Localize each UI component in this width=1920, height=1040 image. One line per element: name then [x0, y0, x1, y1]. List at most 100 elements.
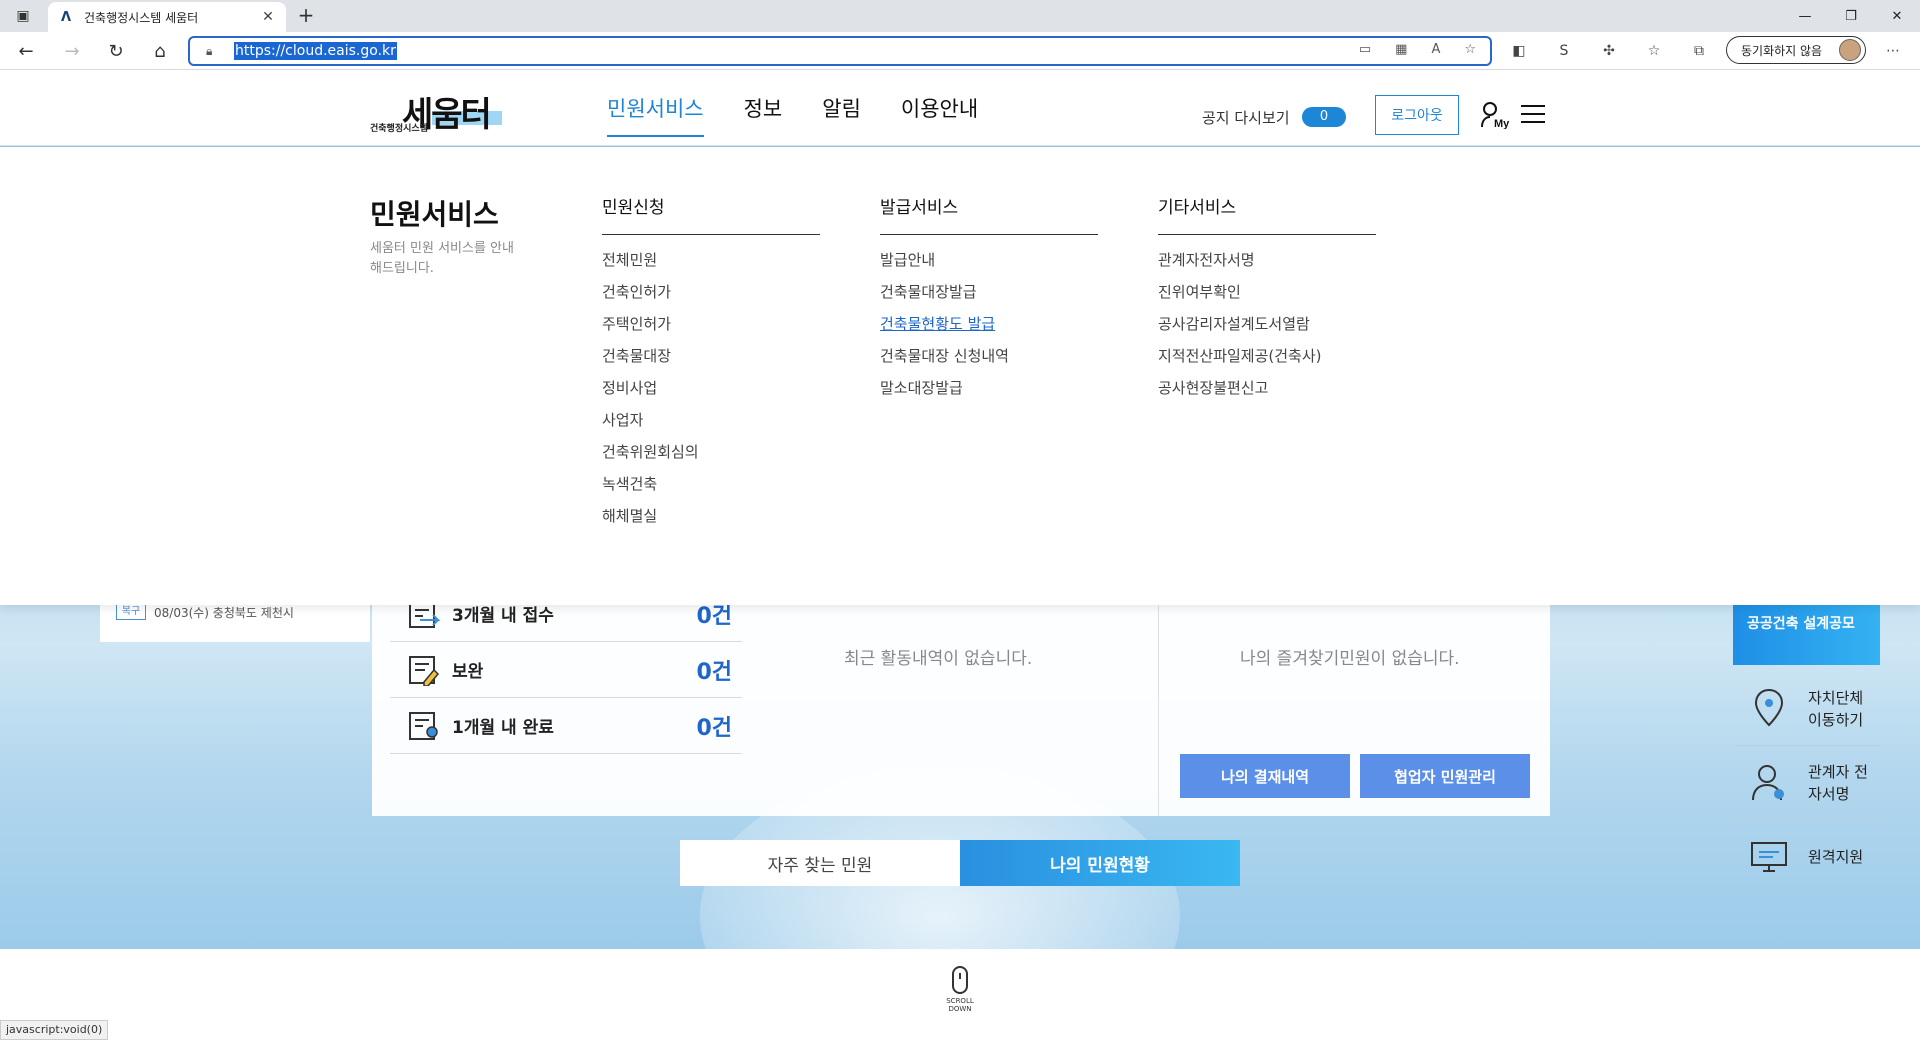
restore-button[interactable]: ❐ — [1828, 0, 1874, 32]
read-aloud-icon[interactable]: A — [1431, 42, 1440, 57]
side-label: 관계자 전자서명 — [1808, 762, 1868, 803]
status-panel: 3개월 내 접수 0건 보완 0건 1개월 내 완료 0건 최근 활동내역이 없… — [372, 580, 1550, 816]
forward-button[interactable]: → — [58, 39, 86, 63]
menu-link[interactable]: 해체멸실 — [602, 505, 820, 537]
menu-link[interactable]: 전체민원 — [602, 249, 820, 281]
side-item-e-signature[interactable]: 관계자 전자서명 — [1736, 746, 1880, 820]
tab-title: 건축행정시스템 세움터 — [84, 10, 199, 25]
back-button[interactable]: ← — [12, 39, 40, 63]
menu-link[interactable]: 진위여부확인 — [1158, 281, 1376, 313]
stat-value: 0건 — [696, 659, 732, 685]
menu-link[interactable]: 건축물대장 — [602, 345, 820, 377]
stat-label: 보완 — [452, 662, 484, 682]
menu-link[interactable]: 주택인허가 — [602, 313, 820, 345]
extension-icon[interactable]: ◧ — [1508, 41, 1530, 61]
favorite-add-icon[interactable]: ☆ — [1464, 42, 1476, 57]
menu-link[interactable]: 발급안내 — [880, 249, 1098, 281]
megamenu-column-other: 기타서비스 관계자전자서명 진위여부확인 공사감리자설계도서열람 지적전산파일제… — [1158, 193, 1376, 409]
menu-link[interactable]: 말소대장발급 — [880, 377, 1098, 409]
my-label: My — [1494, 118, 1510, 129]
person-badge-icon — [1744, 758, 1794, 808]
favorites-icon[interactable]: ☆ — [1643, 41, 1665, 61]
status-bar-url: javascript:void(0) — [0, 1020, 109, 1040]
menu-link[interactable]: 정비사업 — [602, 377, 820, 409]
menu-link[interactable]: 건축인허가 — [602, 281, 820, 313]
menu-link[interactable]: 공사현장불편신고 — [1158, 377, 1376, 409]
menu-link[interactable]: 사업자 — [602, 409, 820, 441]
stat-label: 1개월 내 완료 — [452, 718, 554, 738]
column-heading: 민원신청 — [602, 193, 820, 235]
notice-tag: 복구 — [116, 604, 146, 620]
mouse-icon — [952, 966, 968, 994]
menu-link[interactable]: 공사감리자설계도서열람 — [1158, 313, 1376, 345]
nav-notice[interactable]: 알림 — [822, 93, 861, 137]
menu-link[interactable]: 지적전산파일제공(건축사) — [1158, 345, 1376, 377]
menu-link[interactable]: 건축물대장 신청내역 — [880, 345, 1098, 377]
mega-menu: 민원서비스 세움터 민원 서비스를 안내해드립니다. 민원신청 전체민원 건축인… — [0, 147, 1920, 605]
menu-link-hovered[interactable]: 건축물현황도 발급 — [880, 313, 1098, 345]
scroll-down-indicator[interactable]: SCROLL DOWN — [936, 966, 984, 1013]
side-item-remote-support[interactable]: 원격지원 — [1736, 820, 1880, 894]
close-tab-icon[interactable]: ✕ — [260, 9, 276, 25]
more-menu-icon[interactable]: ⋯ — [1882, 41, 1904, 61]
browser-tabbar: ▣ Λ 건축행정시스템 세움터 ✕ + — ❐ ✕ — [0, 0, 1920, 32]
profile-sync-button[interactable]: 동기화하지 않음 — [1726, 36, 1866, 64]
extensions-puzzle-icon[interactable]: ✣ — [1598, 41, 1620, 61]
site-header: 세움터 건축행정시스템 민원서비스 정보 알림 이용안내 공지 다시보기 0 로… — [0, 71, 1920, 146]
tab-my-status[interactable]: 나의 민원현황 — [960, 840, 1240, 886]
panel-divider — [1158, 580, 1159, 816]
megamenu-column-issue: 발급서비스 발급안내 건축물대장발급 건축물현황도 발급 건축물대장 신청내역 … — [880, 193, 1098, 409]
banner-label: 공공건축 설계공모 — [1747, 616, 1855, 632]
lock-icon: 🔒︎ — [206, 43, 213, 58]
megamenu-description: 세움터 민원 서비스를 안내해드립니다. — [370, 241, 514, 276]
site-logo[interactable]: 세움터 건축행정시스템 — [370, 87, 510, 135]
side-item-local-government[interactable]: 자치단체 이동하기 — [1736, 672, 1880, 746]
stat-completed[interactable]: 1개월 내 완료 0건 — [390, 698, 742, 754]
address-bar[interactable]: 🔒︎ https://cloud.eais.go.kr ▭ ▦ A ☆ — [188, 36, 1492, 66]
column-heading: 기타서비스 — [1158, 193, 1376, 235]
refresh-button[interactable]: ↻ — [102, 39, 130, 63]
home-button[interactable]: ⌂ — [146, 39, 174, 63]
notice-count-badge[interactable]: 0 — [1302, 107, 1346, 127]
reader-icon[interactable]: ▭ — [1359, 42, 1371, 57]
tab-frequent-services[interactable]: 자주 찾는 민원 — [680, 840, 960, 886]
menu-link[interactable]: 관계자전자서명 — [1158, 249, 1376, 281]
map-pin-icon — [1744, 684, 1794, 734]
close-window-button[interactable]: ✕ — [1874, 0, 1920, 32]
sync-label: 동기화하지 않음 — [1741, 43, 1823, 58]
column-heading: 발급서비스 — [880, 193, 1098, 235]
side-label: 원격지원 — [1808, 848, 1864, 866]
site-favicon-icon: Λ — [60, 9, 72, 25]
nav-civil-service[interactable]: 민원서비스 — [607, 93, 704, 137]
tab-actions-icon[interactable]: ▣ — [12, 6, 34, 26]
nav-info[interactable]: 정보 — [744, 93, 783, 137]
app-icon[interactable]: ▦ — [1395, 42, 1407, 57]
notice-replay-label[interactable]: 공지 다시보기 — [1202, 107, 1290, 128]
url-text[interactable]: https://cloud.eais.go.kr — [234, 42, 397, 60]
menu-link[interactable]: 건축물대장발급 — [880, 281, 1098, 313]
avatar — [1839, 39, 1861, 61]
empty-favorites-text: 나의 즐겨찾기민원이 없습니다. — [1240, 649, 1460, 669]
megamenu-column-apply: 민원신청 전체민원 건축인허가 주택인허가 건축물대장 정비사업 사업자 건축위… — [602, 193, 820, 537]
stat-value: 0건 — [696, 715, 732, 741]
extension-s-icon[interactable]: S — [1553, 41, 1575, 61]
main-nav: 민원서비스 정보 알림 이용안내 — [607, 93, 1018, 137]
monitor-icon — [1744, 832, 1794, 882]
minimize-button[interactable]: — — [1782, 0, 1828, 32]
logout-button[interactable]: 로그아웃 — [1375, 95, 1459, 135]
nav-guide[interactable]: 이용안내 — [901, 93, 978, 137]
new-tab-button[interactable]: + — [294, 4, 318, 28]
menu-link[interactable]: 녹색건축 — [602, 473, 820, 505]
payment-history-button[interactable]: 나의 결재내역 — [1180, 754, 1350, 798]
browser-toolbar: ← → ↻ ⌂ 🔒︎ https://cloud.eais.go.kr ▭ ▦ … — [0, 32, 1920, 70]
public-architecture-banner[interactable]: 공공건축 설계공모 — [1733, 605, 1880, 665]
menu-hamburger-icon[interactable] — [1521, 105, 1545, 123]
stat-supplement[interactable]: 보완 0건 — [390, 642, 742, 698]
my-page-icon[interactable]: My — [1480, 101, 1510, 133]
browser-tab[interactable]: Λ 건축행정시스템 세움터 ✕ — [48, 2, 286, 32]
partner-management-button[interactable]: 협업자 민원관리 — [1360, 754, 1530, 798]
menu-link[interactable]: 건축위원회심의 — [602, 441, 820, 473]
collections-icon[interactable]: ⧉ — [1688, 41, 1710, 61]
side-label: 자치단체 이동하기 — [1808, 688, 1864, 729]
document-edit-icon — [404, 652, 444, 688]
